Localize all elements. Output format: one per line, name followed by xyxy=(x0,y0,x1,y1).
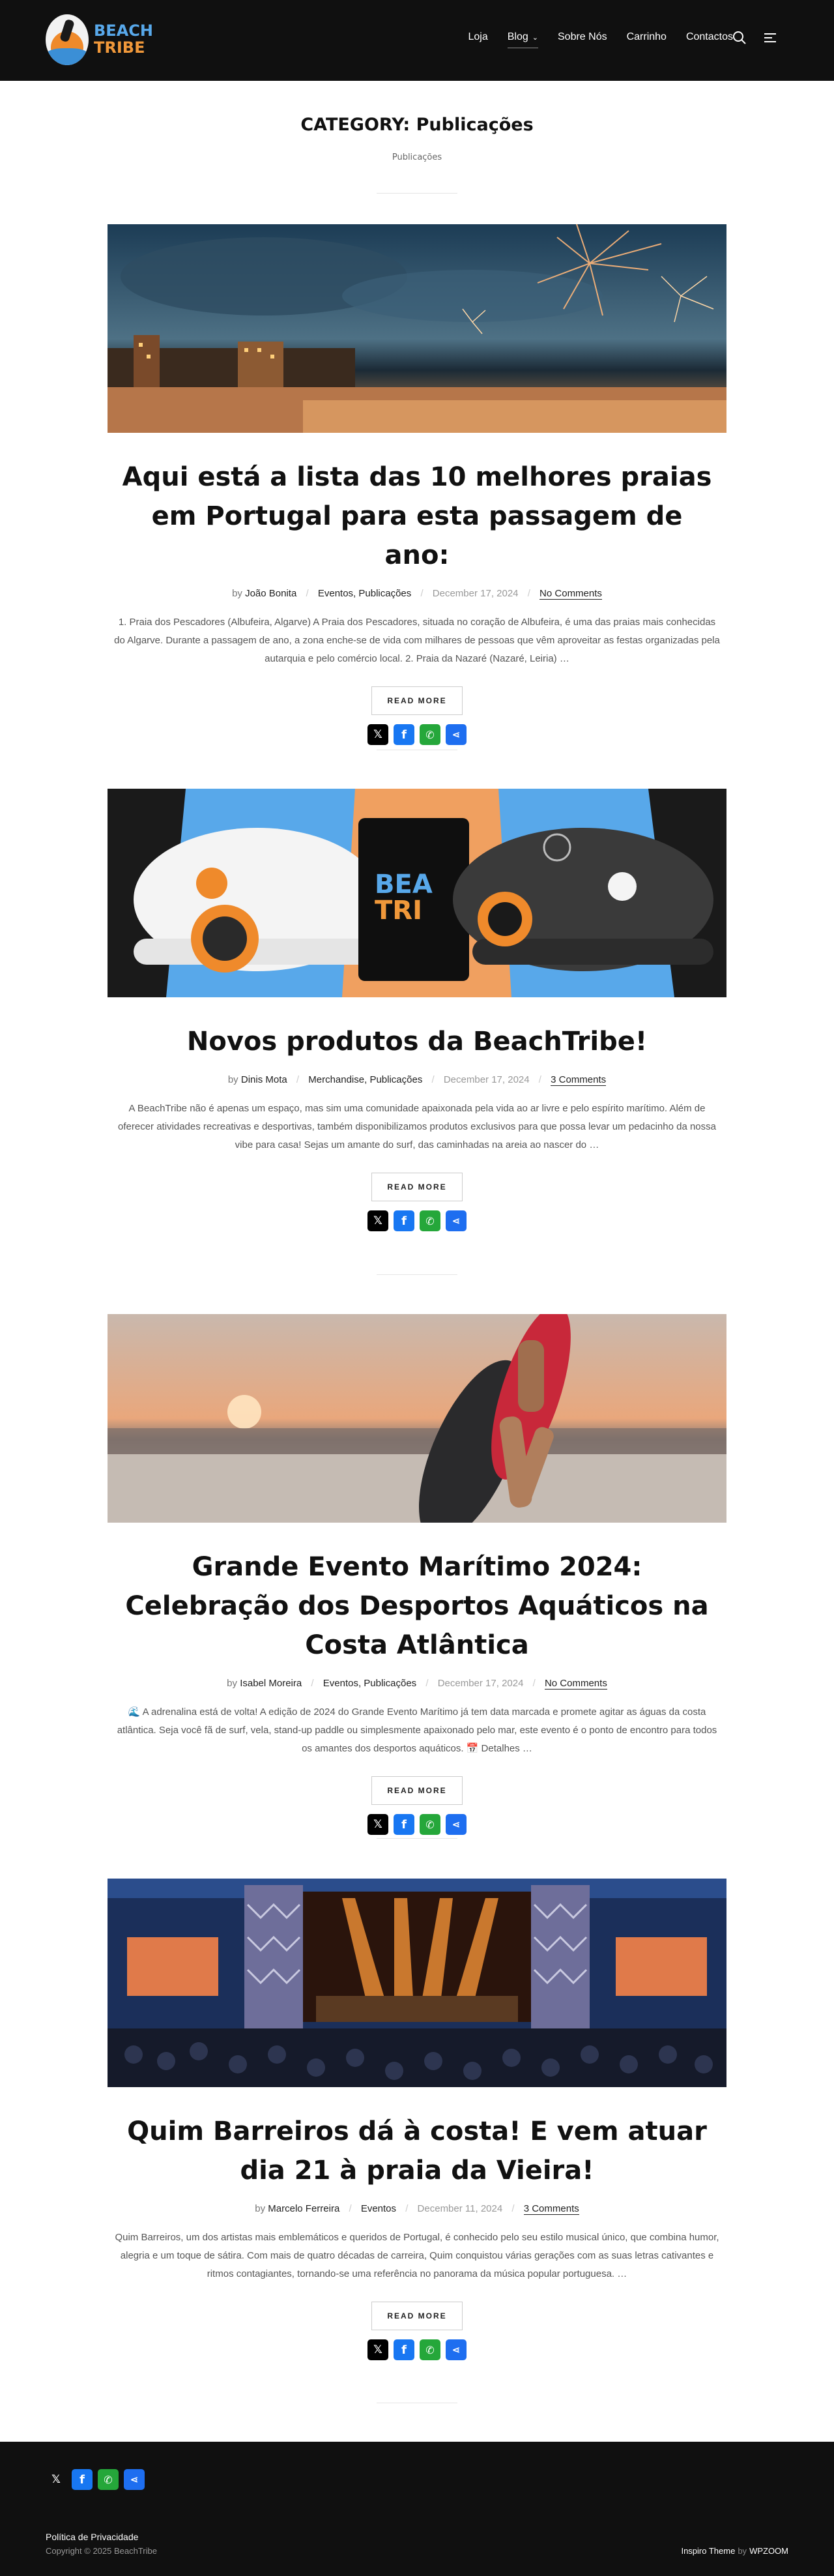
meta-by: by xyxy=(227,1678,238,1689)
x-icon[interactable]: 𝕏 xyxy=(367,1814,388,1835)
post-categories[interactable]: Eventos, Publicações xyxy=(318,588,411,599)
x-icon[interactable]: 𝕏 xyxy=(367,1210,388,1231)
facebook-icon[interactable]: f xyxy=(394,1210,414,1231)
post-title[interactable]: Quim Barreiros dá à costa! E vem atuar d… xyxy=(108,2112,726,2190)
share-buttons: 𝕏 f ✆ ⋖ xyxy=(108,1210,726,1231)
post-meta: by Isabel Moreira / Eventos, Publicações… xyxy=(227,1678,607,1690)
read-more-button[interactable]: READ MORE xyxy=(371,1776,463,1805)
divider xyxy=(377,1274,457,1275)
nav-item-sobre[interactable]: Sobre Nós xyxy=(558,31,607,43)
post-comments-link[interactable]: No Comments xyxy=(544,1678,607,1690)
divider xyxy=(377,1838,457,1839)
main-nav: Loja Blog ⌄ Sobre Nós Carrinho Contactos xyxy=(468,31,733,48)
footer-share-buttons: 𝕏 f ✆ ⋖ xyxy=(46,2469,145,2490)
whatsapp-icon[interactable]: ✆ xyxy=(98,2469,119,2490)
share-icon[interactable]: ⋖ xyxy=(446,1210,467,1231)
category-title: CATEGORY: Publicações xyxy=(300,115,534,135)
post-date: December 17, 2024 xyxy=(443,1074,530,1085)
copyright: Copyright © 2025 BeachTribe xyxy=(46,2546,157,2556)
whatsapp-icon[interactable]: ✆ xyxy=(420,1814,440,1835)
chevron-down-icon: ⌄ xyxy=(532,33,538,42)
svg-text:TRI: TRI xyxy=(375,896,422,926)
facebook-icon[interactable]: f xyxy=(394,724,414,745)
search-icon[interactable] xyxy=(732,30,747,46)
whatsapp-icon[interactable]: ✆ xyxy=(420,724,440,745)
nav-item-blog[interactable]: Blog ⌄ xyxy=(507,31,539,48)
site-header: BEACH TRIBE Loja Blog ⌄ Sobre Nós Carrin… xyxy=(0,0,834,81)
theme-credit: Inspiro Theme by WPZOOM xyxy=(681,2546,788,2556)
post-title[interactable]: Grande Evento Marítimo 2024: Celebração … xyxy=(108,1547,726,1665)
nav-item-loja[interactable]: Loja xyxy=(468,31,488,43)
facebook-icon[interactable]: f xyxy=(72,2469,93,2490)
post-comments-link[interactable]: 3 Comments xyxy=(523,2203,579,2215)
share-icon[interactable]: ⋖ xyxy=(446,1814,467,1835)
post-title[interactable]: Aqui está a lista das 10 melhores praias… xyxy=(108,458,726,575)
whatsapp-icon[interactable]: ✆ xyxy=(420,1210,440,1231)
share-buttons: 𝕏 f ✆ ⋖ xyxy=(108,724,726,745)
post-categories[interactable]: Eventos xyxy=(361,2203,396,2214)
post-image-merch[interactable]: BEA TRI xyxy=(108,789,726,997)
logo-line-2: TRIBE xyxy=(94,38,145,57)
meta-by: by xyxy=(255,2203,266,2214)
post-author[interactable]: Marcelo Ferreira xyxy=(268,2203,339,2214)
post-date: December 17, 2024 xyxy=(437,1678,524,1689)
menu-icon[interactable] xyxy=(762,30,778,46)
post-title[interactable]: Novos produtos da BeachTribe! xyxy=(108,1022,726,1061)
read-more-button[interactable]: READ MORE xyxy=(371,2302,463,2330)
post-comments-link[interactable]: No Comments xyxy=(539,588,602,600)
logo-emblem xyxy=(46,14,89,65)
post-excerpt: 🌊 A adrenalina está de volta! A edição d… xyxy=(117,1706,717,1754)
site-footer: 𝕏 f ✆ ⋖ Política de Privacidade Copyrigh… xyxy=(0,2442,834,2576)
post-date: December 11, 2024 xyxy=(417,2203,503,2214)
share-buttons: 𝕏 f ✆ ⋖ xyxy=(108,2339,726,2360)
privacy-policy-link[interactable]: Política de Privacidade xyxy=(46,2532,138,2542)
post-card: Quim Barreiros dá à costa! E vem atuar d… xyxy=(108,1879,726,2360)
theme-vendor-link[interactable]: WPZOOM xyxy=(749,2546,788,2556)
post-excerpt: Quim Barreiros, um dos artistas mais emb… xyxy=(115,2232,719,2279)
post-image-surfer[interactable] xyxy=(108,1314,726,1523)
share-icon[interactable]: ⋖ xyxy=(446,2339,467,2360)
site-logo[interactable]: BEACH TRIBE xyxy=(46,14,156,65)
post-author[interactable]: João Bonita xyxy=(245,588,296,599)
theme-name-link[interactable]: Inspiro Theme xyxy=(681,2546,735,2556)
nav-item-blog-label: Blog xyxy=(507,31,528,42)
x-icon[interactable]: 𝕏 xyxy=(367,2339,388,2360)
post-excerpt: 1. Praia dos Pescadores (Albufeira, Alga… xyxy=(114,617,720,664)
meta-by: by xyxy=(232,588,242,599)
share-icon[interactable]: ⋖ xyxy=(124,2469,145,2490)
post-meta: by Marcelo Ferreira / Eventos / December… xyxy=(255,2203,579,2215)
post-author[interactable]: Isabel Moreira xyxy=(240,1678,302,1689)
facebook-icon[interactable]: f xyxy=(394,1814,414,1835)
post-excerpt: A BeachTribe não é apenas um espaço, mas… xyxy=(118,1103,716,1150)
post-meta: by João Bonita / Eventos, Publicações / … xyxy=(232,588,602,600)
nav-item-carrinho[interactable]: Carrinho xyxy=(627,31,667,43)
x-icon[interactable]: 𝕏 xyxy=(367,724,388,745)
theme-by: by xyxy=(738,2546,747,2556)
post-image-fireworks[interactable] xyxy=(108,224,726,433)
share-buttons: 𝕏 f ✆ ⋖ xyxy=(108,1814,726,1835)
post-author[interactable]: Dinis Mota xyxy=(241,1074,287,1085)
breadcrumb[interactable]: Publicações xyxy=(0,153,834,162)
post-card: Grande Evento Marítimo 2024: Celebração … xyxy=(108,1314,726,1835)
read-more-button[interactable]: READ MORE xyxy=(371,1173,463,1201)
post-categories[interactable]: Eventos, Publicações xyxy=(323,1678,416,1689)
post-meta: by Dinis Mota / Merchandise, Publicações… xyxy=(227,1074,607,1086)
nav-item-contactos[interactable]: Contactos xyxy=(686,31,733,43)
post-image-concert[interactable] xyxy=(108,1879,726,2087)
share-icon[interactable]: ⋖ xyxy=(446,724,467,745)
logo-line-1: BEACH xyxy=(94,22,153,40)
post-date: December 17, 2024 xyxy=(432,588,519,599)
facebook-icon[interactable]: f xyxy=(394,2339,414,2360)
meta-by: by xyxy=(227,1074,238,1085)
x-icon[interactable]: 𝕏 xyxy=(46,2469,66,2490)
logo-wordmark: BEACH TRIBE xyxy=(94,22,153,56)
read-more-button[interactable]: READ MORE xyxy=(371,686,463,715)
divider xyxy=(377,193,457,194)
post-categories[interactable]: Merchandise, Publicações xyxy=(308,1074,422,1085)
whatsapp-icon[interactable]: ✆ xyxy=(420,2339,440,2360)
post-card: BEA TRI Novos produtos da BeachTribe! by… xyxy=(108,789,726,1231)
post-card: Aqui está a lista das 10 melhores praias… xyxy=(108,224,726,745)
post-comments-link[interactable]: 3 Comments xyxy=(551,1074,607,1086)
